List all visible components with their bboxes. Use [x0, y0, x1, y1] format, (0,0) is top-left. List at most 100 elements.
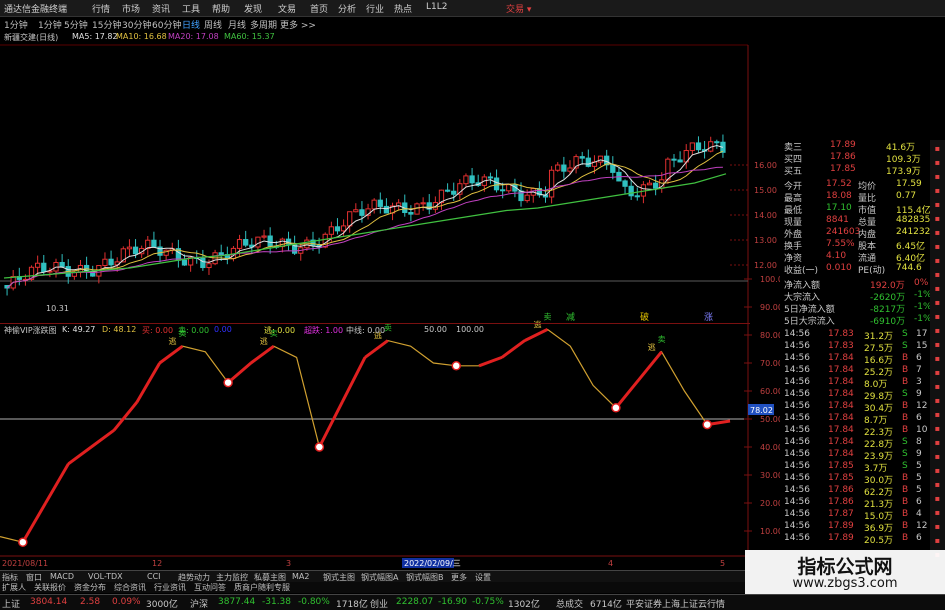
candle-body [414, 203, 420, 215]
flow-row: 5日大宗流入 -6910万 -1% [782, 314, 932, 327]
stat-value: 4.10 [826, 251, 847, 261]
side-tool-icon[interactable]: ▪ [932, 480, 943, 491]
tick-side: B [902, 353, 909, 363]
tick-count: 10 [916, 425, 928, 435]
indicator-name[interactable]: 神偷VIP涨跌图 [4, 325, 57, 336]
candle-body [267, 235, 273, 247]
indicator-tab[interactable]: MACD [50, 572, 74, 581]
ind-axis-tick: 20.00 [760, 499, 780, 508]
candle-body [487, 176, 494, 179]
indicator-tab[interactable]: MA2 [292, 572, 309, 581]
bottom-marker [451, 361, 461, 371]
orderbook-row[interactable]: 卖三 17.89 41.6万 [782, 140, 930, 153]
flow-pct: -1% [914, 314, 932, 324]
candle-body [218, 252, 224, 256]
info-tab[interactable]: 行业资讯 [154, 582, 186, 593]
side-tool-icon[interactable]: ▪ [932, 256, 943, 267]
ind-axis-tick: 10.00 [760, 527, 780, 536]
info-tabs: 扩展人 关联报价 资金分布 综合资讯 行业资讯 互动问答 质商户随利专服 [0, 582, 750, 593]
candle-body [469, 175, 475, 184]
side-tool-icon[interactable]: ▪ [932, 214, 943, 225]
side-tool-icon[interactable]: ▪ [932, 396, 943, 407]
indicator-k-line [0, 328, 731, 543]
indicator-tab[interactable]: VOL-TDX [88, 572, 123, 581]
side-tool-icon[interactable]: ▪ [932, 158, 943, 169]
candle-body [132, 246, 139, 255]
tick-row: 14:56 17.87 15.0万 B 4 [782, 509, 930, 522]
candle-body [420, 202, 426, 205]
side-tool-icon[interactable]: ▪ [932, 494, 943, 505]
side-tool-icon[interactable]: ▪ [932, 298, 943, 309]
side-tool-icon[interactable]: ▪ [932, 312, 943, 323]
stat-row: 收益(一) 0.010 PE(动) 744.6 [782, 263, 930, 276]
flow-row: 5日净流入额 -8217万 -1% [782, 302, 932, 315]
side-tool-icon[interactable]: ▪ [932, 438, 943, 449]
orderbook-row[interactable]: 买四 17.86 109.3万 [782, 152, 930, 165]
side-tool-icon[interactable]: ▪ [932, 466, 943, 477]
side-tool-icon[interactable]: ▪ [932, 536, 943, 547]
indicator-rise-segment [250, 344, 275, 365]
info-tab[interactable]: 质商户随利专服 [234, 582, 290, 593]
indicator-rise-segment [135, 362, 161, 403]
candle-body [548, 169, 555, 198]
indicator-d: D: 48.12 [102, 325, 137, 334]
indicator-100: 100.00 [456, 325, 484, 334]
side-tool-icon[interactable]: ▪ [932, 368, 943, 379]
low-price-label: 10.31 [46, 304, 69, 313]
tick-side: B [902, 377, 909, 387]
candle-body [622, 180, 628, 187]
side-tool-icon[interactable]: ▪ [932, 424, 943, 435]
tick-count: 5 [916, 461, 922, 471]
side-tool-icon[interactable]: ▪ [932, 200, 943, 211]
info-tab[interactable]: 综合资讯 [114, 582, 146, 593]
stat-value: 0.77 [896, 191, 917, 201]
date-axis-label: 5 [720, 559, 725, 568]
candle-body [493, 177, 500, 191]
side-tool-icon[interactable]: ▪ [932, 270, 943, 281]
orderbook-volume: 173.9万 [886, 167, 921, 177]
indicator-tab[interactable]: CCI [147, 572, 161, 581]
candle-body [322, 233, 328, 248]
status-item: 3804.14 [30, 597, 68, 607]
side-tool-icon[interactable]: ▪ [932, 326, 943, 337]
side-tool-icon[interactable]: ▪ [932, 242, 943, 253]
candle-body [500, 189, 506, 192]
tick-time: 14:56 [784, 509, 810, 519]
side-tool-icon[interactable]: ▪ [932, 452, 943, 463]
side-tool-icon[interactable]: ▪ [932, 508, 943, 519]
candle-body [463, 175, 469, 185]
side-tool-icon[interactable]: ▪ [932, 284, 943, 295]
stat-value: 8841 [826, 215, 849, 225]
indicator-rise-segment [614, 378, 640, 409]
side-tool-icon[interactable]: ▪ [932, 340, 943, 351]
orderbook-price: 17.86 [830, 152, 856, 162]
current-value-badge: 78.02 [750, 406, 773, 415]
side-tool-icon[interactable]: ▪ [932, 186, 943, 197]
chart-canvas[interactable]: 卖逃卖逃卖逃卖逃卖逃 16.00 15.00 14.00 13.00 12.00… [0, 0, 780, 570]
info-tab[interactable]: 互动问答 [194, 582, 226, 593]
candle-body [671, 158, 677, 161]
indicator-rise-segment [112, 401, 139, 432]
flow-value: -6910万 [870, 317, 906, 327]
info-tab[interactable]: 关联报价 [34, 582, 66, 593]
side-tool-icon[interactable]: ▪ [932, 354, 943, 365]
side-tool-icon[interactable]: ▪ [932, 382, 943, 393]
indicator-blue: 0.00 [214, 325, 232, 334]
orderbook-row[interactable]: 买五 17.85 173.9万 [782, 164, 930, 177]
side-tool-icon[interactable]: ▪ [932, 522, 943, 533]
candle-body [353, 209, 359, 213]
stat-row: 净资 4.10 流通 6.40亿 [782, 251, 930, 264]
info-tab[interactable]: 资金分布 [74, 582, 106, 593]
right-tool-strip: ▪▪▪▪▪▪▪▪▪▪▪▪▪▪▪▪▪▪▪▪▪▪▪▪▪▪▪▪▪▪ [930, 140, 945, 570]
stat-row: 今开 17.52 均价 17.59 [782, 179, 930, 192]
info-tab[interactable]: 扩展人 [2, 582, 26, 593]
tick-price: 17.83 [828, 341, 854, 351]
side-tool-icon[interactable]: ▪ [932, 228, 943, 239]
tick-side: B [902, 473, 909, 483]
price-axis-tick: 15.00 [754, 186, 777, 195]
tick-side: S [902, 437, 908, 447]
side-tool-icon[interactable]: ▪ [932, 410, 943, 421]
side-tool-icon[interactable]: ▪ [932, 172, 943, 183]
tick-side: S [902, 461, 908, 471]
side-tool-icon[interactable]: ▪ [932, 144, 943, 155]
